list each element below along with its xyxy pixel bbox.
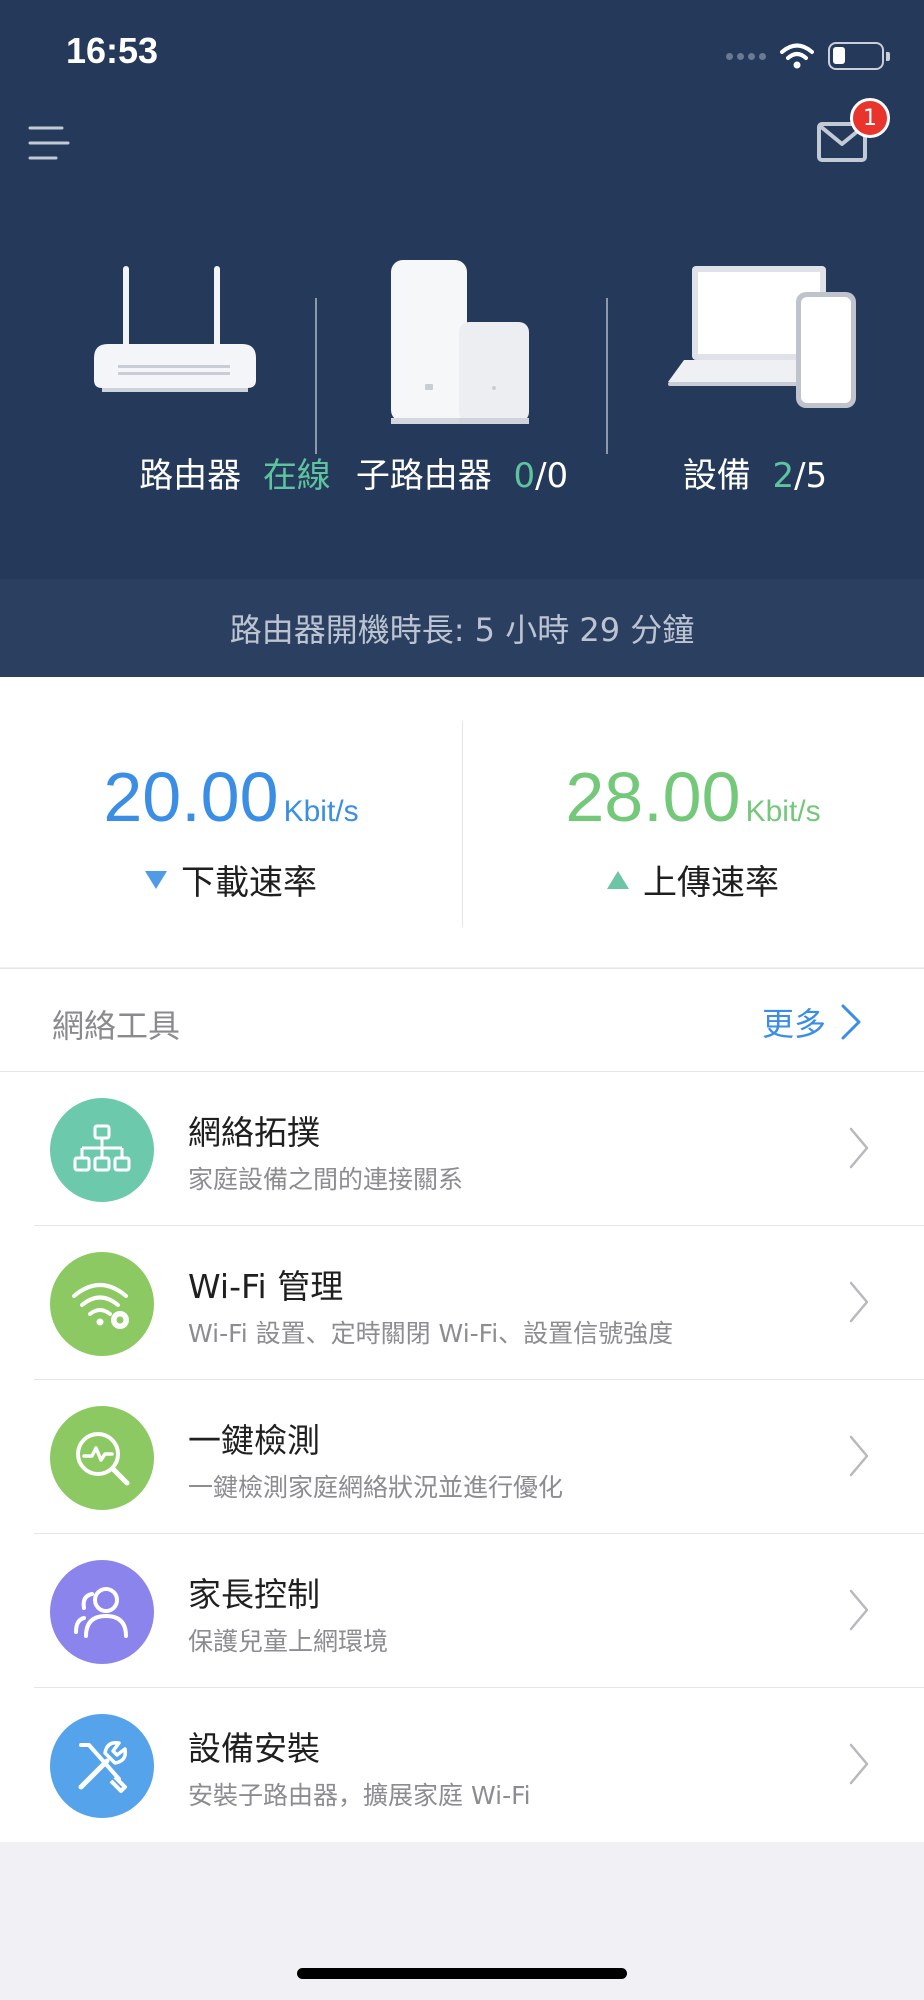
tool-title: Wi-Fi 管理 <box>188 1267 344 1306</box>
subrouter-total: /0 <box>535 456 569 496</box>
tool-title: 家長控制 <box>188 1575 320 1614</box>
more-label: 更多 <box>762 1005 827 1043</box>
router-image <box>94 266 256 392</box>
chevron-right-icon <box>849 1281 869 1323</box>
chevron-right-icon <box>849 1589 869 1631</box>
parental-control-icon <box>50 1560 154 1664</box>
upload-value: 28.00 <box>565 758 741 836</box>
download-value: 20.00 <box>103 758 279 836</box>
upload-arrow-icon <box>607 870 629 889</box>
devices-online: 2 <box>772 456 795 496</box>
cellular-signal-icon <box>726 52 766 60</box>
tool-item-parental[interactable]: 家長控制 保護兒童上網環境 <box>0 1534 924 1688</box>
tool-subtitle: Wi-Fi 設置、定時關閉 Wi-Fi、設置信號強度 <box>188 1319 674 1348</box>
tool-item-wifi[interactable]: Wi-Fi 管理 Wi-Fi 設置、定時關閉 Wi-Fi、設置信號強度 <box>0 1226 924 1380</box>
download-speed: 20.00 Kbit/s 下載速率 <box>0 757 462 904</box>
chevron-right-icon <box>849 1743 869 1785</box>
mail-badge: 1 <box>850 98 890 138</box>
tool-subtitle: 保護兒童上網環境 <box>188 1627 389 1656</box>
menu-icon[interactable] <box>28 124 72 168</box>
tool-subtitle: 一鍵檢測家庭網絡狀況並進行優化 <box>188 1473 564 1502</box>
tools-icon <box>50 1714 154 1818</box>
chevron-right-icon <box>849 1435 869 1477</box>
tools-header: 網絡工具 更多 <box>0 969 924 1072</box>
battery-icon <box>828 42 890 70</box>
subrouter-card[interactable]: 子路由器 0/0 <box>317 250 607 500</box>
uptime-text: 路由器開機時長: 5 小時 29 分鐘 <box>229 611 695 649</box>
download-unit: Kbit/s <box>283 795 359 828</box>
upload-unit: Kbit/s <box>745 795 821 828</box>
divider <box>606 298 608 454</box>
download-label: 下載速率 <box>181 863 317 903</box>
upload-label: 上傳速率 <box>643 863 779 903</box>
tool-title: 設備安裝 <box>188 1729 320 1768</box>
upload-speed: 28.00 Kbit/s 上傳速率 <box>462 757 924 904</box>
header: 16:53 1 路由器 在線 子路由器 0/0 設備 2/5 路由器開機時長: … <box>0 0 924 677</box>
wifi-settings-icon <box>50 1252 154 1356</box>
tool-title: 網絡拓撲 <box>188 1113 320 1152</box>
tool-item-diagnose[interactable]: 一鍵檢測 一鍵檢測家庭網絡狀況並進行優化 <box>0 1380 924 1534</box>
more-link[interactable]: 更多 <box>762 999 862 1045</box>
tool-subtitle: 安裝子路由器，擴展家庭 Wi-Fi <box>188 1781 531 1810</box>
tool-subtitle: 家庭設備之間的連接關系 <box>188 1165 464 1194</box>
tool-title: 一鍵檢測 <box>188 1421 320 1460</box>
subrouter-online: 0 <box>513 456 536 496</box>
devices-total: /5 <box>794 456 828 496</box>
tool-item-topology[interactable]: 網絡拓撲 家庭設備之間的連接關系 <box>0 1072 924 1226</box>
wifi-signal-icon <box>780 43 814 69</box>
subrouter-label: 子路由器 0/0 <box>355 456 569 496</box>
topology-icon <box>50 1098 154 1202</box>
download-arrow-icon <box>145 870 167 889</box>
chevron-right-icon <box>849 1127 869 1169</box>
devices-label: 設備 2/5 <box>682 456 828 496</box>
status-time: 16:53 <box>66 30 159 71</box>
speed-panel: 20.00 Kbit/s 下載速率 28.00 Kbit/s 上傳速率 <box>0 677 924 967</box>
home-indicator[interactable] <box>297 1968 627 1979</box>
chevron-right-icon <box>841 1004 861 1040</box>
uptime-bar: 路由器開機時長: 5 小時 29 分鐘 <box>0 579 924 677</box>
tools-title: 網絡工具 <box>52 1007 181 1045</box>
status-icons <box>726 38 890 74</box>
laptop-phone-image <box>668 266 856 408</box>
diagnose-icon <box>50 1406 154 1510</box>
network-tools: 網絡工具 更多 網絡拓撲 家庭設備之間的連接關系 Wi-Fi 管理 Wi-Fi … <box>0 968 924 1842</box>
tool-item-install[interactable]: 設備安裝 安裝子路由器，擴展家庭 Wi-Fi <box>0 1688 924 1842</box>
devices-card[interactable]: 設備 2/5 <box>610 250 900 500</box>
subrouter-image <box>391 260 529 424</box>
